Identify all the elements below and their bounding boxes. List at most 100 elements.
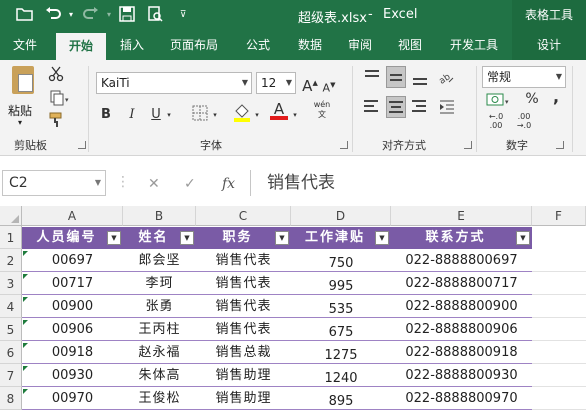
cell-position[interactable]: 销售助理	[196, 388, 291, 410]
row-header[interactable]: 8	[0, 387, 22, 410]
cell-contact[interactable]: 022-8888800918	[391, 342, 532, 364]
empty-cell[interactable]	[532, 342, 586, 364]
row-header[interactable]: 1	[0, 226, 22, 249]
cell-contact[interactable]: 022-8888800930	[391, 365, 532, 387]
cell-position[interactable]: 销售助理	[196, 365, 291, 387]
worksheet-grid[interactable]: A B C D E F 1 2 3 4 5 6 7 8 人员编号 ▼ 姓名 ▼ 职务 ▼ 工作津贴 ▼ 联系方式…	[0, 206, 586, 416]
cell-employee-id[interactable]: 00970	[22, 388, 123, 410]
cell-allowance[interactable]: 995	[291, 273, 391, 295]
format-painter-icon[interactable]	[46, 112, 66, 134]
cell-name[interactable]: 王俊松	[123, 388, 196, 410]
column-header-a[interactable]: A	[22, 206, 123, 226]
increase-font-size-icon[interactable]: A▲	[302, 74, 318, 95]
error-indicator-icon[interactable]	[23, 297, 28, 302]
column-header-d[interactable]: D	[291, 206, 391, 226]
cell-name[interactable]: 李珂	[123, 273, 196, 295]
cell-name[interactable]: 赵永福	[123, 342, 196, 364]
cell-contact[interactable]: 022-8888800906	[391, 319, 532, 341]
row-header[interactable]: 4	[0, 295, 22, 318]
decrease-decimal-button[interactable]: .00 →.0	[512, 112, 536, 130]
cell-position[interactable]: 销售代表	[196, 273, 291, 295]
cell-position[interactable]: 销售总裁	[196, 342, 291, 364]
column-header-b[interactable]: B	[123, 206, 196, 226]
phonetic-guide-icon[interactable]: wén 文	[310, 100, 334, 120]
cell-allowance[interactable]: 750	[291, 250, 391, 272]
empty-cell[interactable]	[532, 273, 586, 295]
cell-contact[interactable]: 022-8888800970	[391, 388, 532, 410]
underline-button[interactable]: U	[148, 106, 164, 124]
cell-name[interactable]: 王丙柱	[123, 319, 196, 341]
cut-icon[interactable]	[46, 66, 66, 88]
empty-cell[interactable]	[532, 296, 586, 318]
filter-dropdown-icon[interactable]: ▼	[107, 231, 121, 245]
redo-icon[interactable]	[82, 6, 100, 24]
empty-cell[interactable]	[532, 388, 586, 410]
filter-dropdown-icon[interactable]: ▼	[275, 231, 289, 245]
cell-allowance[interactable]: 535	[291, 296, 391, 318]
enter-icon[interactable]: ✓	[184, 176, 196, 192]
chevron-down-icon[interactable]: ▼	[95, 171, 101, 195]
tab-data[interactable]: 数据	[286, 30, 334, 60]
filter-dropdown-icon[interactable]: ▼	[516, 231, 530, 245]
cell-name[interactable]: 郎会坚	[123, 250, 196, 272]
font-color-dropdown-icon[interactable]: ▾	[290, 106, 300, 124]
font-launcher-icon[interactable]	[340, 141, 348, 149]
align-bottom-button[interactable]	[410, 66, 430, 88]
tab-formulas[interactable]: 公式	[234, 30, 282, 60]
comma-style-button[interactable]: ,	[550, 88, 562, 106]
align-right-button[interactable]	[410, 96, 430, 118]
cell-allowance[interactable]: 675	[291, 319, 391, 341]
cell-position[interactable]: 销售代表	[196, 250, 291, 272]
cell-position[interactable]: 销售代表	[196, 319, 291, 341]
tab-insert[interactable]: 插入	[108, 30, 156, 60]
clipboard-launcher-icon[interactable]	[78, 141, 86, 149]
row-header[interactable]: 3	[0, 272, 22, 295]
fill-color-icon[interactable]	[232, 102, 252, 128]
cell-employee-id[interactable]: 00717	[22, 273, 123, 295]
error-indicator-icon[interactable]	[23, 274, 28, 279]
tab-page-layout[interactable]: 页面布局	[160, 30, 228, 60]
empty-cell[interactable]	[532, 319, 586, 341]
currency-format-icon[interactable]: ▾	[484, 92, 514, 114]
align-middle-button[interactable]	[386, 66, 406, 88]
underline-dropdown-icon[interactable]: ▾	[164, 106, 174, 124]
copy-icon[interactable]: ▾	[46, 90, 74, 112]
cell-contact[interactable]: 022-8888800900	[391, 296, 532, 318]
name-box[interactable]: C2 ▼	[2, 170, 106, 196]
row-header[interactable]: 2	[0, 249, 22, 272]
tab-home[interactable]: 开始	[56, 33, 106, 60]
tab-review[interactable]: 审阅	[336, 30, 384, 60]
font-size-select[interactable]: 12 ▼	[256, 72, 296, 94]
row-header[interactable]: 5	[0, 318, 22, 341]
cell-employee-id[interactable]: 00697	[22, 250, 123, 272]
cell-allowance[interactable]: 1240	[291, 365, 391, 387]
fill-color-dropdown-icon[interactable]: ▾	[252, 106, 262, 124]
number-launcher-icon[interactable]	[556, 141, 564, 149]
borders-icon[interactable]	[190, 105, 210, 127]
cell-contact[interactable]: 022-8888800717	[391, 273, 532, 295]
error-indicator-icon[interactable]	[23, 389, 28, 394]
alignment-launcher-icon[interactable]	[464, 141, 472, 149]
table-header-contact[interactable]: 联系方式	[391, 227, 532, 249]
indent-icon[interactable]	[438, 98, 456, 120]
cell-employee-id[interactable]: 00930	[22, 365, 123, 387]
error-indicator-icon[interactable]	[23, 366, 28, 371]
empty-cell[interactable]	[532, 250, 586, 272]
select-all-button[interactable]	[0, 206, 22, 226]
tab-view[interactable]: 视图	[386, 30, 434, 60]
cell-contact[interactable]: 022-8888800697	[391, 250, 532, 272]
tab-design[interactable]: 设计	[512, 30, 586, 60]
bold-button[interactable]: B	[98, 106, 114, 124]
save-icon[interactable]	[118, 6, 136, 24]
increase-decimal-button[interactable]: ←.0 .00	[484, 112, 508, 130]
tab-file[interactable]: 文件	[0, 30, 50, 60]
cell-employee-id[interactable]: 00906	[22, 319, 123, 341]
column-header-f[interactable]: F	[532, 206, 586, 226]
tab-developer[interactable]: 开发工具	[440, 30, 508, 60]
cell-name[interactable]: 朱体高	[123, 365, 196, 387]
number-format-select[interactable]: 常规 ▼	[482, 66, 566, 88]
print-preview-icon[interactable]	[146, 6, 164, 24]
formula-input[interactable]: 销售代表	[250, 170, 586, 196]
error-indicator-icon[interactable]	[23, 343, 28, 348]
align-center-button[interactable]	[386, 96, 406, 118]
